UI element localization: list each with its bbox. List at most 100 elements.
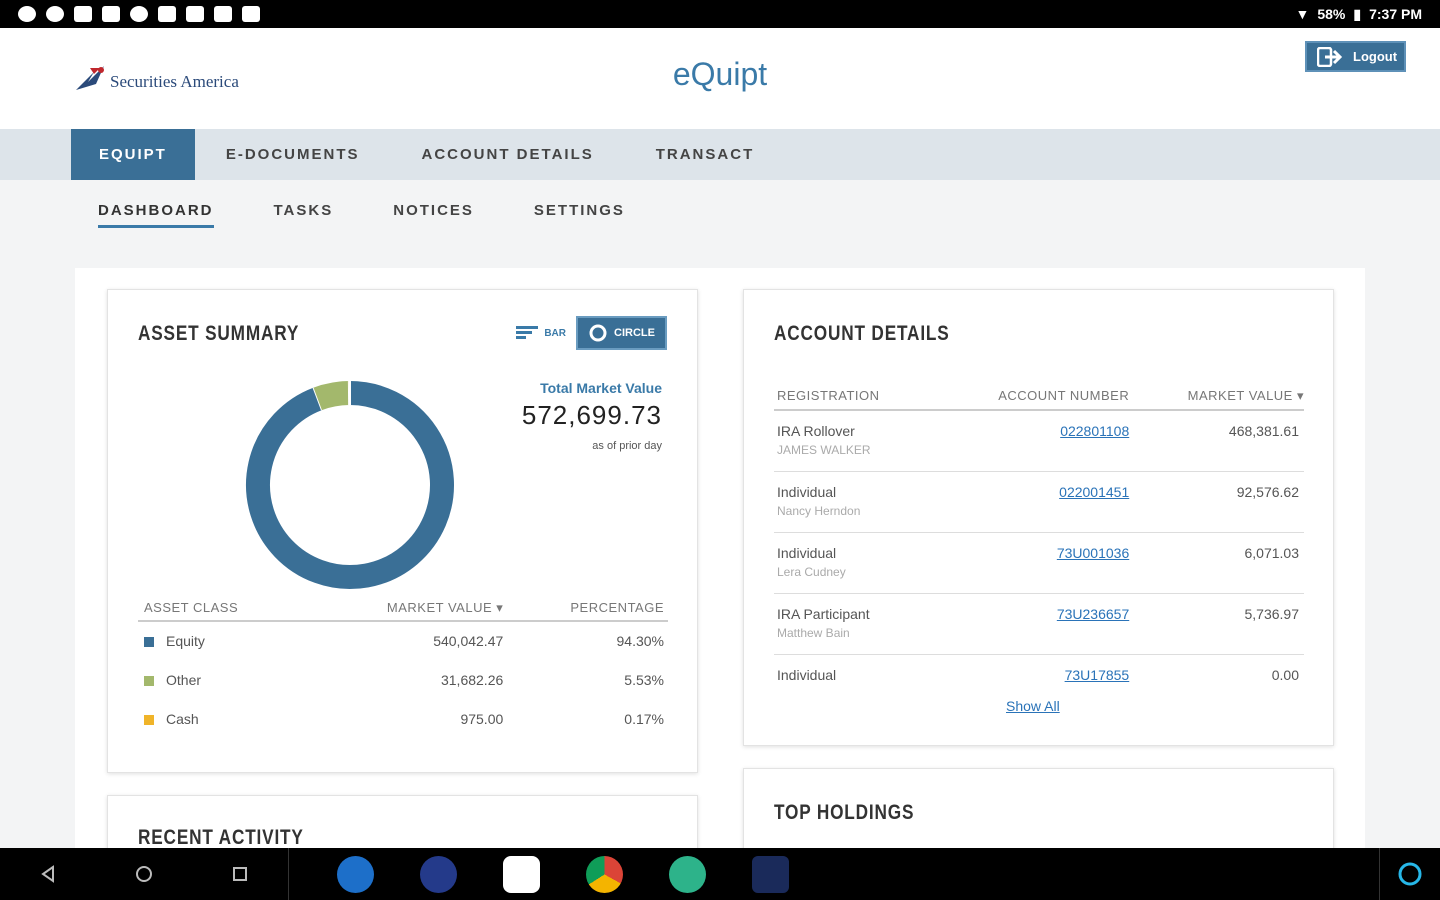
chrome-app-icon[interactable]: [586, 855, 623, 893]
photos-app-icon[interactable]: [503, 855, 540, 893]
table-row: Equity 540,042.47 94.30%: [138, 621, 668, 660]
asset-percentage: 5.53%: [624, 671, 664, 688]
status-bar: ▼ 58% ▮ 7:37 PM: [0, 0, 1440, 28]
secondary-nav: DASHBOARD TASKS NOTICES SETTINGS: [0, 180, 1440, 268]
top-holdings-title: TOP HOLDINGS: [774, 801, 915, 824]
securities-america-app-icon[interactable]: [752, 855, 789, 893]
notification-icon: [18, 6, 36, 22]
recents-icon: [233, 867, 247, 881]
asset-summary-card: ASSET SUMMARY BAR CIRCLE Total Market Va…: [107, 289, 698, 773]
app-dock: [337, 855, 789, 893]
notification-icon: [74, 6, 92, 22]
col-account-number[interactable]: ACCOUNT NUMBER: [933, 382, 1130, 410]
battery-icon: ▮: [1353, 5, 1362, 22]
cash-swatch: [144, 714, 154, 725]
media-app-icon[interactable]: [420, 855, 457, 893]
total-market-value: 572,699.73: [521, 400, 662, 430]
account-number-link[interactable]: 73U236657: [1057, 606, 1129, 622]
circle-chart-icon: [589, 324, 607, 342]
circle-view-button[interactable]: CIRCLE: [576, 316, 667, 350]
browser-app-icon[interactable]: [337, 855, 374, 893]
asset-market-value: 540,042.47: [433, 633, 504, 649]
system-nav-bar: [0, 848, 1440, 900]
notification-icon: [158, 6, 176, 22]
total-market-value-label: Total Market Value: [540, 380, 662, 396]
battery-level: 58%: [1317, 6, 1346, 22]
col-registration[interactable]: REGISTRATION: [774, 382, 933, 410]
account-market-value: 0.00: [1271, 666, 1299, 683]
account-number-link[interactable]: 73U17855: [1065, 667, 1130, 683]
back-button[interactable]: [0, 848, 96, 900]
bar-chart-icon: [516, 326, 539, 339]
account-registration: IRA Rollover: [777, 423, 855, 439]
circle-view-label: CIRCLE: [614, 327, 655, 339]
account-registration: Individual: [777, 544, 837, 561]
notification-icons: [18, 6, 260, 22]
asset-class-name: Cash: [166, 710, 199, 727]
notification-icon: [102, 6, 120, 22]
home-button[interactable]: [96, 848, 192, 900]
nav-tab-equipt[interactable]: EQUIPT: [71, 129, 195, 180]
total-market-value-note: as of prior day: [592, 440, 662, 452]
asset-summary-title: ASSET SUMMARY: [138, 322, 300, 345]
account-registration: Individual: [777, 483, 837, 500]
nav-divider: [288, 848, 289, 900]
bar-view-button[interactable]: BAR: [516, 326, 566, 340]
assistant-button[interactable]: [1380, 848, 1440, 900]
subnav-settings[interactable]: SETTINGS: [534, 202, 625, 228]
asset-market-value: 31,682.26: [440, 671, 504, 688]
logout-icon: [1317, 46, 1343, 67]
notification-icon: [186, 6, 204, 22]
col-percentage[interactable]: PERCENTAGE: [503, 595, 668, 621]
table-row: Other 31,682.26 5.53%: [138, 660, 668, 699]
dashboard-content[interactable]: ASSET SUMMARY BAR CIRCLE Total Market Va…: [0, 268, 1440, 875]
account-details-table: REGISTRATION ACCOUNT NUMBER MARKET VALUE…: [774, 382, 1304, 688]
account-owner: Matthew Bain: [777, 625, 850, 640]
account-number-link[interactable]: 022801108: [1060, 423, 1129, 439]
asset-percentage: 94.30%: [616, 633, 664, 649]
asset-market-value: 975.00: [460, 710, 504, 727]
account-market-value: 5,736.97: [1244, 605, 1300, 622]
subnav-tasks[interactable]: TASKS: [274, 202, 334, 228]
home-icon: [136, 866, 152, 882]
nav-tab-account-details[interactable]: ACCOUNT DETAILS: [391, 129, 625, 180]
other-swatch: [144, 675, 154, 686]
recents-button[interactable]: [192, 848, 288, 900]
asset-class-name: Equity: [166, 633, 205, 649]
table-row[interactable]: Individual Lera Cudney 73U001036 6,071.03: [774, 532, 1304, 593]
show-all-link[interactable]: Show All: [1006, 698, 1060, 714]
subnav-notices[interactable]: NOTICES: [393, 202, 474, 228]
logout-button[interactable]: Logout: [1305, 41, 1406, 72]
col-account-market-value[interactable]: MARKET VALUE ▾: [1129, 382, 1304, 410]
table-row: Cash 975.00 0.17%: [138, 699, 668, 738]
notification-icon: [46, 6, 64, 22]
notification-icon: [214, 6, 232, 22]
back-icon: [41, 865, 54, 883]
col-asset-class[interactable]: ASSET CLASS: [138, 595, 307, 621]
account-market-value: 6,071.03: [1244, 544, 1300, 561]
android-app-icon[interactable]: [669, 855, 706, 893]
table-row[interactable]: IRA Participant Matthew Bain 73U236657 5,…: [774, 593, 1304, 654]
primary-nav: EQUIPT E-DOCUMENTS ACCOUNT DETAILS TRANS…: [0, 129, 1440, 180]
donut-slice-equity[interactable]: [246, 381, 454, 589]
table-row[interactable]: Individual 73U17855 0.00: [774, 654, 1304, 688]
account-details-card: ACCOUNT DETAILS REGISTRATION ACCOUNT NUM…: [743, 289, 1334, 746]
nav-tab-transact[interactable]: TRANSACT: [625, 129, 786, 180]
nav-tab-e-documents[interactable]: E-DOCUMENTS: [195, 129, 391, 180]
account-number-link[interactable]: 022001451: [1059, 484, 1129, 500]
account-market-value: 92,576.62: [1236, 483, 1299, 500]
donut-slice-other[interactable]: [313, 381, 350, 411]
account-owner: JAMES WALKER: [777, 443, 871, 457]
account-owner: Nancy Herndon: [777, 503, 861, 518]
assistant-icon: [1398, 862, 1422, 886]
subnav-dashboard[interactable]: DASHBOARD: [98, 202, 214, 228]
asset-donut-chart: [246, 380, 454, 589]
asset-percentage: 0.17%: [624, 710, 664, 727]
notification-icon: [242, 6, 260, 22]
account-number-link[interactable]: 73U001036: [1057, 545, 1129, 561]
col-market-value[interactable]: MARKET VALUE ▾: [307, 595, 503, 621]
app-header: Securities America eQuipt Logout: [0, 28, 1440, 129]
table-row[interactable]: Individual Nancy Herndon 022001451 92,576…: [774, 471, 1304, 532]
account-registration: IRA Participant: [777, 605, 870, 622]
table-row[interactable]: IRA Rollover JAMES WALKER 022801108 468,3…: [774, 410, 1304, 471]
